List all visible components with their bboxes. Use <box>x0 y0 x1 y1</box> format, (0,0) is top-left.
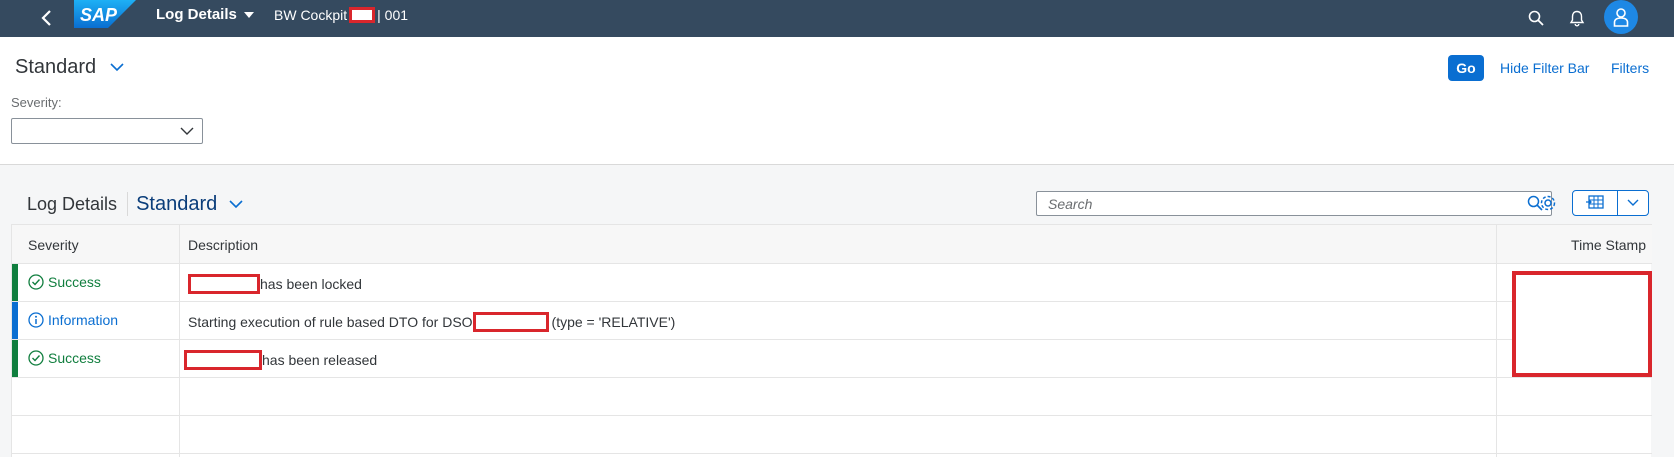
search-icon[interactable] <box>1524 6 1548 30</box>
redaction-box <box>184 350 262 370</box>
user-icon <box>1613 8 1629 27</box>
description-text: (type = 'RELATIVE') <box>551 314 676 330</box>
table-variant-management[interactable]: Standard <box>136 193 243 216</box>
search-input[interactable]: Search <box>1036 191 1552 216</box>
subtitle-left: BW Cockpit <box>274 7 348 23</box>
notifications-bell-icon[interactable] <box>1565 6 1589 30</box>
success-check-icon <box>28 350 44 366</box>
severity-text: Information <box>48 312 119 328</box>
log-table: Severity Description Time Stamp Success … <box>11 224 1652 457</box>
timestamp-redaction-box <box>1512 271 1652 377</box>
table-title: Log Details <box>27 193 118 214</box>
row-status-bar <box>12 264 18 301</box>
caret-down-icon <box>243 11 254 18</box>
table-row[interactable]: Success has been released <box>12 340 1652 378</box>
go-button[interactable]: Go <box>1448 55 1484 81</box>
spreadsheet-export-icon <box>1586 195 1604 209</box>
hide-filter-bar-button[interactable]: Hide Filter Bar <box>1500 60 1589 76</box>
svg-text:SAP: SAP <box>80 5 118 25</box>
description-cell: has been locked <box>188 274 362 294</box>
row-status-bar <box>12 302 18 339</box>
redaction-box <box>349 7 376 23</box>
table-variant-title: Standard <box>136 192 218 215</box>
table-row[interactable]: Success has been locked <box>12 264 1652 302</box>
severity-text: Success <box>48 274 101 290</box>
description-cell: Starting execution of rule based DTO for… <box>188 312 675 332</box>
chevron-down-icon <box>110 63 124 72</box>
subtitle-right: | 001 <box>377 7 409 23</box>
table-toolbar-title: Log Details Standard <box>27 192 243 216</box>
redaction-box <box>472 312 549 332</box>
description-text: has been released <box>262 352 378 368</box>
chevron-down-icon <box>180 127 194 135</box>
severity-cell: Success <box>28 350 101 366</box>
variant-title: Standard <box>15 56 97 78</box>
success-check-icon <box>28 274 44 290</box>
information-icon <box>28 312 44 328</box>
filter-bar: Standard Severity: Go Hide Filter Bar Fi… <box>0 37 1674 165</box>
description-cell: has been released <box>184 350 377 370</box>
sap-logo[interactable]: SAP <box>74 0 136 28</box>
chevron-down-icon <box>1627 199 1639 206</box>
app-title: Log Details <box>156 6 237 23</box>
severity-label: Severity: <box>11 95 62 110</box>
redaction-box <box>188 274 260 294</box>
search-placeholder: Search <box>1048 196 1093 212</box>
table-row[interactable]: Information Starting execution of rule b… <box>12 302 1652 340</box>
divider <box>127 192 129 216</box>
column-header-description[interactable]: Description <box>188 237 258 253</box>
table-row-empty <box>12 378 1652 416</box>
back-icon[interactable] <box>36 8 56 28</box>
column-header-severity[interactable]: Severity <box>28 237 79 253</box>
severity-select[interactable] <box>11 118 203 144</box>
export-button[interactable] <box>1572 190 1618 216</box>
settings-gear-icon[interactable] <box>1538 193 1558 213</box>
shell-bar: SAP Log Details BW Cockpit | 001 <box>0 0 1674 37</box>
severity-text: Success <box>48 350 101 366</box>
chevron-down-icon <box>229 199 243 208</box>
export-menu-button[interactable] <box>1617 190 1649 216</box>
column-header-time-stamp[interactable]: Time Stamp <box>1571 237 1646 253</box>
variant-management[interactable]: Standard <box>15 56 124 79</box>
table-row-empty <box>12 416 1652 454</box>
severity-cell: Success <box>28 274 101 290</box>
filters-button[interactable]: Filters <box>1611 60 1649 76</box>
severity-cell: Information <box>28 312 118 328</box>
app-title-menu[interactable]: Log Details <box>156 6 255 23</box>
app-subtitle: BW Cockpit | 001 <box>274 7 408 23</box>
table-header: Severity Description Time Stamp <box>12 224 1652 264</box>
description-text-prefix: Starting execution of rule based DTO for… <box>188 314 473 330</box>
description-text: has been locked <box>260 276 362 292</box>
user-avatar[interactable] <box>1604 0 1638 34</box>
row-status-bar <box>12 340 18 377</box>
